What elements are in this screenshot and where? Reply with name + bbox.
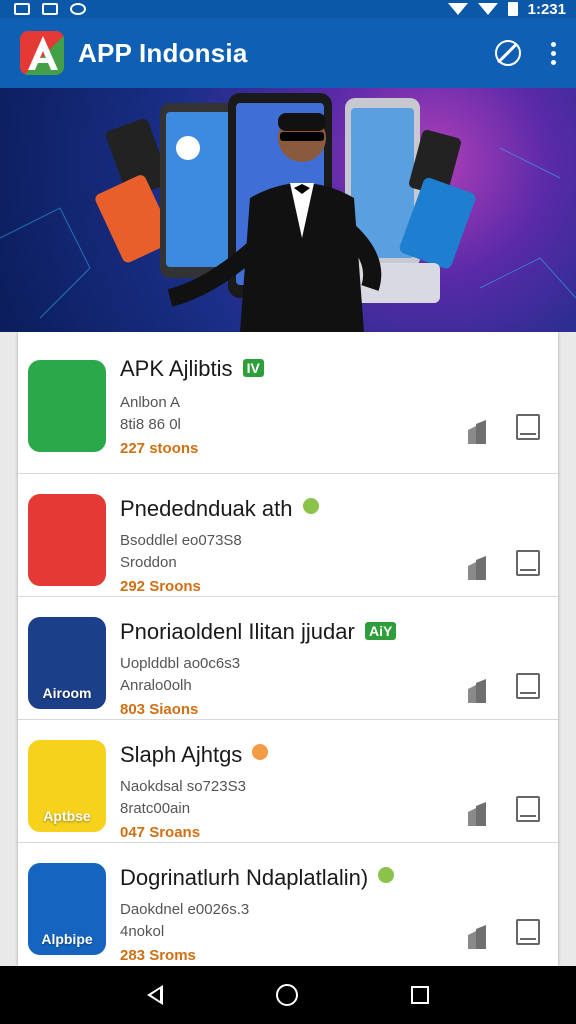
status-bar: 1:231: [0, 0, 576, 18]
app-meta-2: 4nokol: [120, 923, 165, 940]
app-icon[interactable]: [28, 360, 106, 452]
gallery-icon: [42, 3, 58, 15]
app-title-text: APK Ajlibtis: [120, 356, 233, 381]
flag-icon[interactable]: [464, 556, 490, 582]
app-meta-1: Anlbon A: [120, 394, 181, 411]
flag-icon[interactable]: [464, 802, 490, 828]
bookmark-icon[interactable]: [516, 919, 540, 945]
app-title: APP Indonsia: [78, 37, 248, 68]
app-logo-icon[interactable]: [20, 31, 64, 75]
nav-bar: [0, 966, 576, 1024]
app-badge: AiY: [364, 622, 397, 640]
list-item[interactable]: Airoom Pnoriaoldenl Ilitan jjudar AiY Uo…: [18, 597, 558, 720]
list-item[interactable]: APK Ajlibtis IV Anlbon A 8ti8 86 0l 227 …: [18, 332, 558, 474]
app-icon-label: Alpbipe: [41, 931, 93, 947]
flag-icon[interactable]: [464, 679, 490, 705]
flag-icon[interactable]: [464, 420, 490, 446]
app-meta-1: Daokdnel e0026s.3: [120, 901, 250, 918]
status-time: 1:231: [527, 0, 566, 18]
emoji-icon: [378, 867, 395, 883]
app-title-text: Slaph Ajhtgs: [120, 742, 243, 767]
bookmark-icon[interactable]: [516, 796, 540, 822]
app-bar: APP Indonsia: [0, 18, 576, 88]
app-list: APK Ajlibtis IV Anlbon A 8ti8 86 0l 227 …: [18, 332, 558, 966]
emoji-icon: [252, 744, 269, 760]
app-icon-label: Aptbse: [43, 808, 91, 824]
app-meta-2: 8ratc00ain: [120, 800, 191, 817]
app-badge: IV: [242, 359, 264, 377]
more-vert-icon[interactable]: [551, 41, 556, 65]
status-notifications: [14, 3, 86, 15]
app-meta-1: Naokdsal so723S3: [120, 778, 246, 795]
battery-icon: [507, 2, 518, 16]
bookmark-icon[interactable]: [516, 550, 540, 576]
app-meta-1: Uoplddbl ao0c6s3: [120, 655, 241, 672]
recents-icon[interactable]: [411, 986, 430, 1004]
emoji-icon: [302, 498, 319, 514]
app-title[interactable]: Dogrinatlurh Ndaplatlalin): [120, 865, 395, 891]
list-item[interactable]: Alpbipe Dogrinatlurh Ndaplatlalin) Daokd…: [18, 843, 558, 966]
wifi-icon: [447, 3, 468, 15]
app-meta-2: Sroddon: [120, 554, 177, 571]
app-downloads: 047 Sroans: [120, 824, 201, 841]
app-title[interactable]: Slaph Ajhtgs: [120, 742, 269, 768]
app-downloads: 227 stoons: [120, 440, 199, 457]
flag-icon[interactable]: [464, 925, 490, 951]
app-meta-2: Anralo0olh: [120, 677, 192, 694]
app-icon[interactable]: Alpbipe: [28, 863, 106, 955]
app-meta-2: 8ti8 86 0l: [120, 416, 181, 433]
signal-icon: [477, 3, 498, 15]
app-downloads: 803 Siaons: [120, 701, 199, 718]
notification-icon: [14, 3, 30, 15]
app-icon[interactable]: Aptbse: [28, 740, 106, 832]
list-item[interactable]: Pnedednduak ath Bsoddlel eo073S8 Sroddon…: [18, 474, 558, 597]
app-meta-1: Bsoddlel eo073S8: [120, 532, 242, 549]
back-icon[interactable]: [146, 985, 163, 1005]
bookmark-icon[interactable]: [516, 673, 540, 699]
home-icon[interactable]: [275, 984, 298, 1006]
app-title[interactable]: Pnoriaoldenl Ilitan jjudar AiY: [120, 619, 397, 645]
sync-icon: [70, 3, 86, 15]
app-title-text: Dogrinatlurh Ndaplatlalin): [120, 865, 369, 890]
app-icon[interactable]: Airoom: [28, 617, 106, 709]
app-title-text: Pnoriaoldenl Ilitan jjudar: [120, 619, 355, 644]
app-title[interactable]: APK Ajlibtis IV: [120, 356, 264, 382]
app-title-text: Pnedednduak ath: [120, 496, 293, 521]
block-icon[interactable]: [495, 40, 521, 66]
promo-banner[interactable]: [0, 88, 576, 332]
app-downloads: 283 Sroms: [120, 947, 196, 964]
app-downloads: 292 Sroons: [120, 578, 201, 595]
list-item[interactable]: Aptbse Slaph Ajhtgs Naokdsal so723S3 8ra…: [18, 720, 558, 843]
status-system: 1:231: [447, 0, 566, 18]
app-icon-label: Airoom: [42, 685, 92, 701]
app-title[interactable]: Pnedednduak ath: [120, 496, 319, 522]
bookmark-icon[interactable]: [516, 414, 540, 440]
app-icon[interactable]: [28, 494, 106, 586]
